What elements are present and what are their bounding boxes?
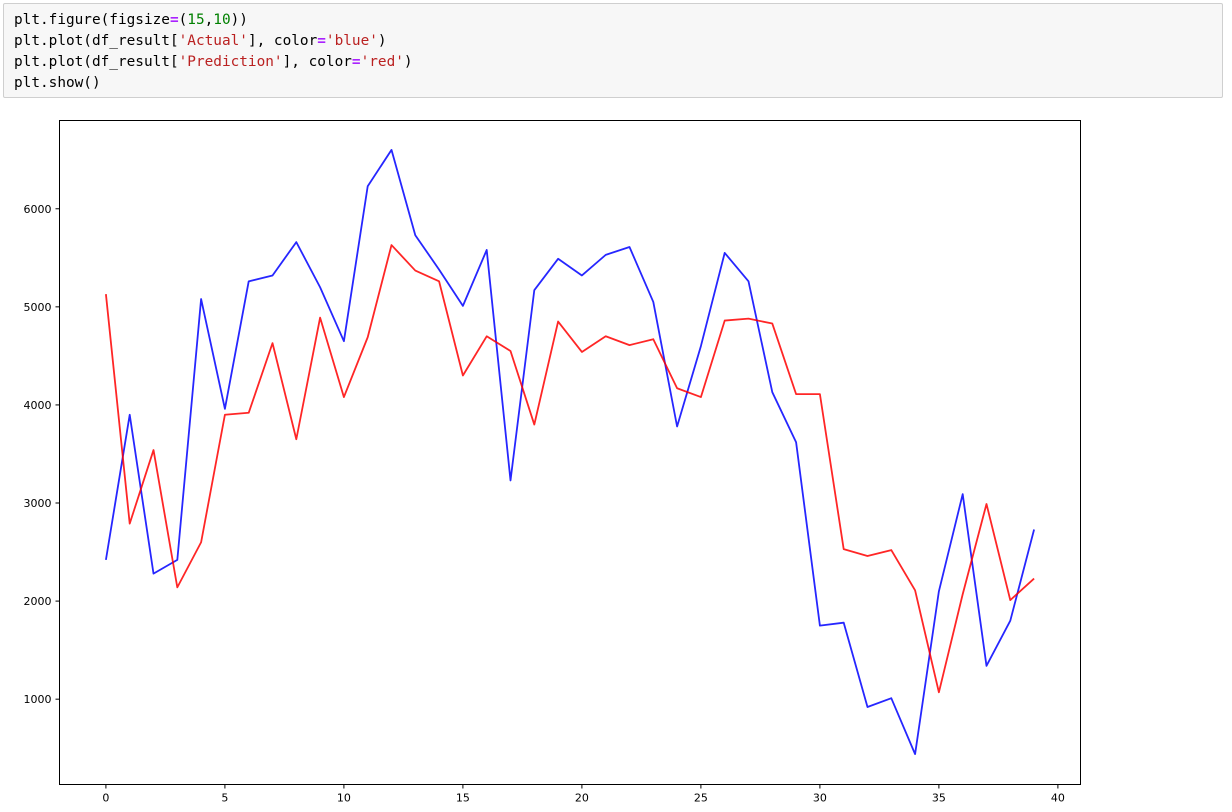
- y-tick-label: 4000: [24, 399, 52, 412]
- code-cell[interactable]: plt.figure(figsize=(15,10)) plt.plot(df_r…: [3, 3, 1223, 98]
- y-tick-label: 6000: [24, 203, 52, 216]
- x-tick-label: 15: [456, 792, 470, 805]
- code-token: )): [230, 12, 248, 28]
- plot-output: 0 5 10 15 20 25 30 35 40 1000 2000 3000 4000 5000 6000: [0, 105, 1232, 808]
- y-tick-label: 3000: [24, 497, 52, 510]
- code-token: plt.plot(df_result[: [14, 54, 179, 70]
- code-token: ], color: [247, 33, 318, 49]
- x-tick-label: 20: [575, 792, 589, 805]
- code-token: 'blue': [325, 33, 378, 49]
- x-tick-label: 5: [221, 792, 228, 805]
- code-line: plt.figure(figsize=(15,10)): [14, 10, 248, 31]
- y-tick-label: 1000: [24, 693, 52, 706]
- y-tick-label: 2000: [24, 595, 52, 608]
- code-token: (: [178, 12, 188, 28]
- x-tick-label: 40: [1051, 792, 1065, 805]
- code-token: =: [169, 12, 179, 28]
- x-tick-label: 0: [102, 792, 109, 805]
- x-tick-label: 35: [932, 792, 946, 805]
- code-token: ,: [204, 12, 214, 28]
- plot-area-frame: [59, 120, 1081, 785]
- y-tick-label: 5000: [24, 301, 52, 314]
- code-token: =: [351, 54, 361, 70]
- code-token: =: [317, 33, 326, 49]
- code-line: plt.plot(df_result['Prediction'], color=…: [14, 52, 413, 73]
- x-tick-label: 10: [337, 792, 351, 805]
- code-token: 'Actual': [178, 33, 248, 49]
- code-token: ): [377, 33, 387, 49]
- code-token: plt.show(): [14, 75, 101, 91]
- code-token: 'red': [360, 54, 404, 70]
- x-tick-label: 25: [694, 792, 708, 805]
- code-token: plt.plot(df_result[: [14, 33, 179, 49]
- code-line: plt.show(): [14, 73, 101, 94]
- code-token: 15: [187, 12, 205, 28]
- code-token: plt.figure(figsize: [14, 12, 170, 28]
- code-token: ): [403, 54, 413, 70]
- x-tick-label: 30: [813, 792, 827, 805]
- code-token: 'Prediction': [178, 54, 283, 70]
- code-line: plt.plot(df_result['Actual'], color='blu…: [14, 31, 387, 52]
- line-chart: 0 5 10 15 20 25 30 35 40 1000 2000 3000 4000 5000 6000: [24, 120, 1081, 805]
- code-token: 10: [213, 12, 231, 28]
- code-token: ], color: [282, 54, 352, 70]
